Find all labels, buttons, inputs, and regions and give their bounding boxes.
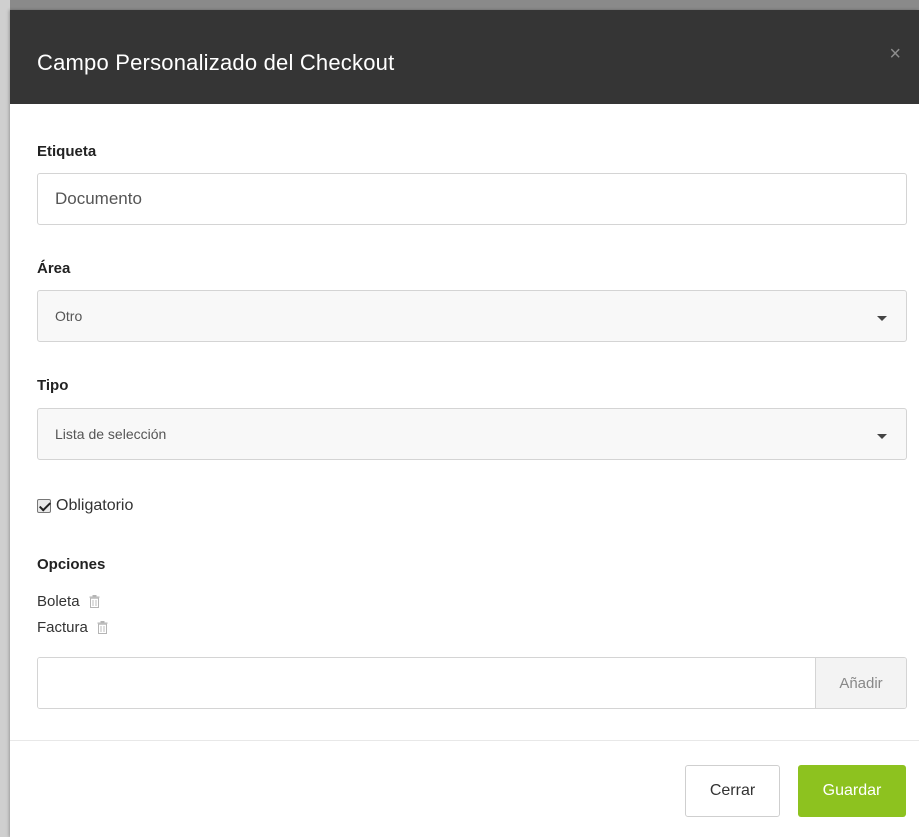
- save-button[interactable]: Guardar: [798, 765, 906, 817]
- required-checkbox[interactable]: [37, 499, 51, 513]
- footer-divider: [10, 740, 919, 741]
- list-item: Boleta: [37, 593, 100, 610]
- chevron-down-icon: [877, 315, 887, 321]
- close-icon[interactable]: ×: [889, 44, 901, 64]
- add-option-group: Añadir: [37, 657, 907, 709]
- trash-icon[interactable]: [89, 595, 100, 608]
- options-label: Opciones: [37, 556, 106, 573]
- overlay-top-strip: [0, 0, 919, 10]
- checkout-field-modal: Campo Personalizado del Checkout × Etiqu…: [10, 10, 919, 837]
- area-select-value: Otro: [55, 308, 83, 324]
- type-select[interactable]: Lista de selección: [37, 408, 907, 460]
- modal-title: Campo Personalizado del Checkout: [37, 50, 395, 75]
- list-item: Factura: [37, 619, 108, 636]
- add-option-input[interactable]: [38, 658, 815, 708]
- option-text: Boleta: [37, 593, 80, 610]
- type-select-value: Lista de selección: [55, 426, 167, 442]
- type-field-label: Tipo: [37, 377, 69, 394]
- option-text: Factura: [37, 619, 88, 636]
- area-select[interactable]: Otro: [37, 290, 907, 342]
- label-field-label: Etiqueta: [37, 143, 97, 160]
- overlay-left-strip: [0, 0, 10, 837]
- chevron-down-icon: [877, 433, 887, 439]
- trash-icon[interactable]: [97, 621, 108, 634]
- cancel-button[interactable]: Cerrar: [685, 765, 780, 817]
- modal-header: Campo Personalizado del Checkout ×: [10, 10, 919, 104]
- add-option-button[interactable]: Añadir: [815, 658, 906, 708]
- area-field-label: Área: [37, 260, 71, 277]
- label-input[interactable]: Documento: [37, 173, 907, 225]
- required-row: Obligatorio: [37, 497, 133, 515]
- label-input-value: Documento: [55, 189, 142, 208]
- required-label: Obligatorio: [56, 497, 134, 514]
